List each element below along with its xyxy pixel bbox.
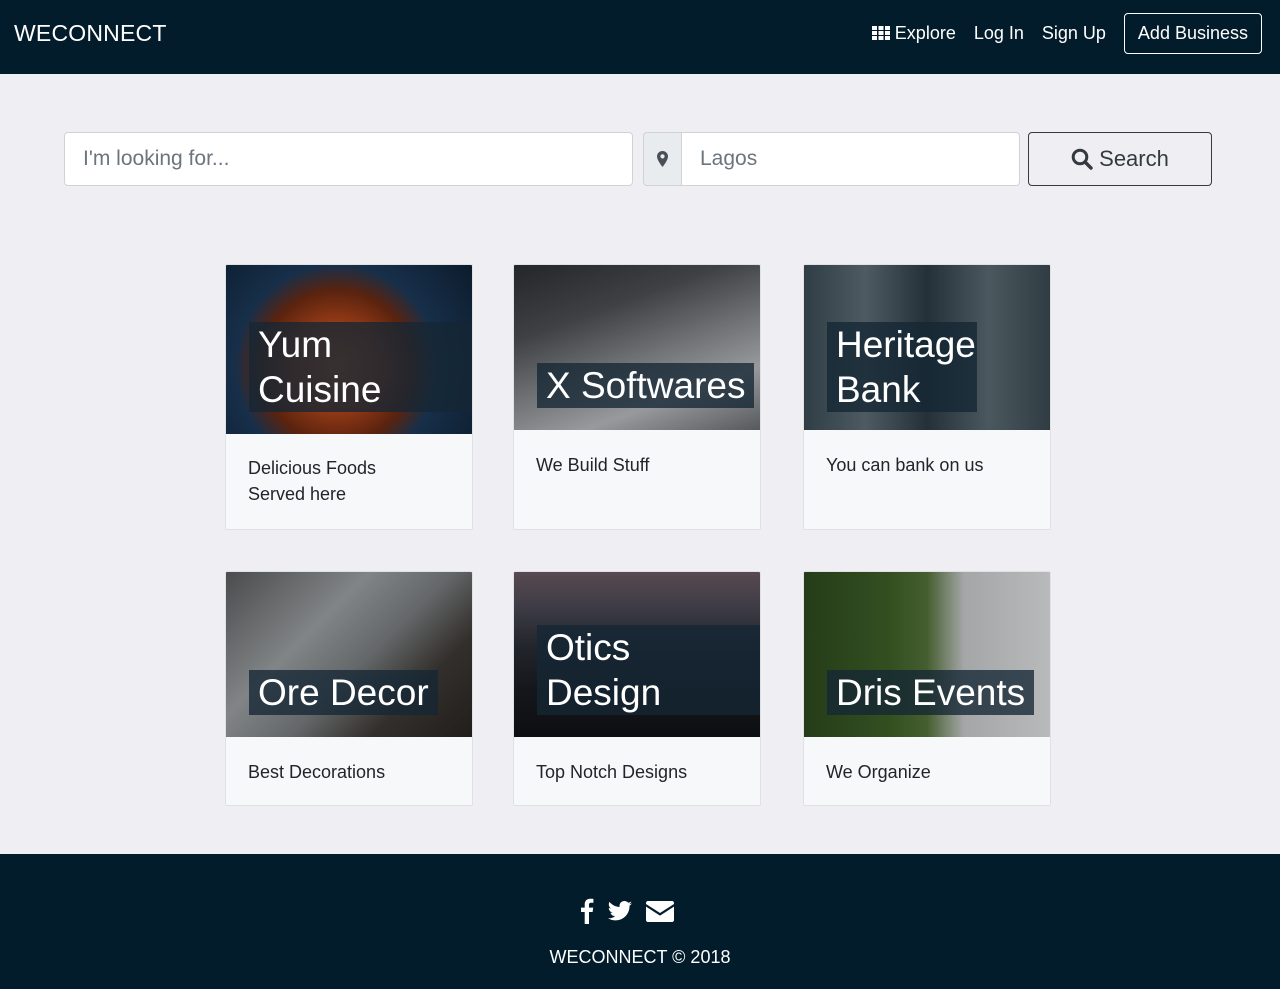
search-button[interactable]: Search xyxy=(1028,132,1212,186)
location-addon xyxy=(643,132,681,186)
business-tagline: Delicious Foods Served here xyxy=(248,458,377,504)
business-card-heritage-bank[interactable]: Heritage Bank You can bank on us xyxy=(803,264,1051,530)
social-links xyxy=(580,898,688,924)
business-image: Otics Design xyxy=(514,572,760,737)
envelope-icon[interactable] xyxy=(646,900,674,922)
search-icon xyxy=(1071,148,1093,170)
business-tagline: Best Decorations xyxy=(248,762,386,782)
nav-links: Explore Log In Sign Up Add Business xyxy=(854,12,1262,54)
location-input[interactable] xyxy=(681,132,1020,186)
brand-logo[interactable]: WECONNECT xyxy=(14,20,167,47)
business-name: Heritage Bank xyxy=(827,322,977,412)
business-name: Dris Events xyxy=(827,670,1035,715)
explore-label: Explore xyxy=(894,22,956,43)
business-image: Dris Events xyxy=(804,572,1050,737)
business-name: Yum Cuisine xyxy=(249,322,472,412)
business-tagline: We Organize xyxy=(826,762,931,782)
business-name: Otics Design xyxy=(537,625,760,715)
signup-link[interactable]: Sign Up xyxy=(1042,23,1106,44)
business-tagline: We Build Stuff xyxy=(536,455,650,475)
search-button-label: Search xyxy=(1099,146,1169,171)
explore-link[interactable]: Explore xyxy=(871,22,956,44)
twitter-icon[interactable] xyxy=(608,901,632,921)
business-tagline: Top Notch Designs xyxy=(536,762,688,782)
navbar: WECONNECT Explore Log In Sign Up Add Bus… xyxy=(0,0,1280,74)
business-card-x-softwares[interactable]: X Softwares We Build Stuff xyxy=(513,264,761,530)
location-input-group xyxy=(643,132,1020,186)
business-name: X Softwares xyxy=(537,363,755,408)
business-card-yum-cuisine[interactable]: Yum Cuisine Delicious Foods Served here xyxy=(225,264,473,530)
add-business-button[interactable]: Add Business xyxy=(1123,12,1262,54)
business-name: Ore Decor xyxy=(249,670,438,715)
footer: WECONNECT © 2018 xyxy=(0,854,1280,989)
business-image: Heritage Bank xyxy=(804,265,1050,430)
keyword-search-input[interactable] xyxy=(64,132,633,186)
facebook-icon[interactable] xyxy=(580,898,594,924)
business-card-ore-decor[interactable]: Ore Decor Best Decorations xyxy=(225,571,473,806)
business-image: Ore Decor xyxy=(226,572,472,737)
login-link[interactable]: Log In xyxy=(974,23,1024,44)
business-tagline: You can bank on us xyxy=(826,455,984,475)
copyright-text: WECONNECT © 2018 xyxy=(549,947,731,967)
business-image: X Softwares xyxy=(514,265,760,430)
grid-icon xyxy=(871,26,890,40)
map-marker-icon xyxy=(657,151,668,167)
business-image: Yum Cuisine xyxy=(226,265,472,434)
business-card-otics-design[interactable]: Otics Design Top Notch Designs xyxy=(513,571,761,806)
business-card-dris-events[interactable]: Dris Events We Organize xyxy=(803,571,1051,806)
